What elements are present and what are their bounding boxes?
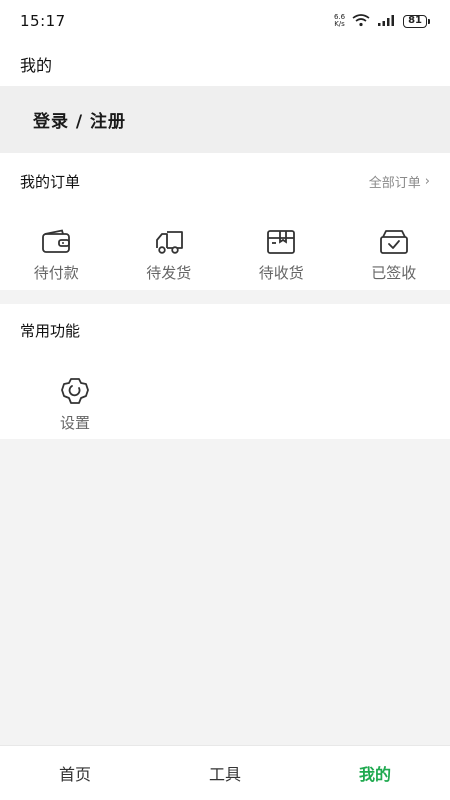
common-functions-section: 常用功能 设置 (0, 304, 450, 439)
wifi-icon (351, 12, 371, 31)
order-pending-shipment-label: 待发货 (146, 264, 192, 282)
signed-box-icon (378, 229, 410, 259)
bottom-nav: 首页 工具 我的 (0, 745, 450, 800)
package-icon (265, 229, 297, 259)
common-functions-title: 常用功能 (20, 321, 81, 340)
order-pending-receipt-label: 待收货 (258, 264, 304, 282)
page-header: 我的 (0, 42, 450, 86)
wallet-icon (40, 229, 72, 259)
gear-icon (59, 376, 91, 410)
network-speed: 6.6 K/s (334, 14, 345, 28)
order-pending-receipt[interactable]: 待收货 (225, 229, 337, 283)
order-signed[interactable]: 已签收 (338, 229, 450, 283)
chevron-right-icon: › (424, 173, 430, 189)
order-status-row: 待付款 待发货 待收货 已签收 (0, 229, 450, 283)
status-icons: 6.6 K/s 81 (334, 12, 430, 31)
order-pending-payment[interactable]: 待付款 (0, 229, 112, 283)
battery-level: 81 (403, 14, 427, 28)
nav-tools[interactable]: 工具 (150, 761, 300, 785)
order-pending-payment-label: 待付款 (33, 264, 79, 282)
battery-tip (428, 18, 430, 24)
status-time: 15:17 (20, 12, 66, 30)
page-title: 我的 (20, 56, 53, 75)
all-orders-label: 全部订单 (368, 175, 421, 191)
common-functions-header: 常用功能 (0, 304, 450, 356)
order-pending-shipment[interactable]: 待发货 (113, 229, 225, 283)
status-bar: 15:17 6.6 K/s 81 (0, 0, 450, 42)
all-orders-link[interactable]: 全部订单 › (369, 172, 430, 191)
login-register-button[interactable]: 登录 / 注册 (0, 86, 450, 153)
settings-label: 设置 (59, 414, 90, 432)
network-speed-unit: K/s (334, 20, 345, 28)
truck-icon (153, 229, 185, 259)
nav-home[interactable]: 首页 (0, 761, 150, 785)
order-signed-label: 已签收 (371, 264, 417, 282)
my-orders-header: 我的订单 全部订单 › (0, 153, 450, 209)
signal-icon (377, 12, 397, 31)
settings-button[interactable]: 设置 (38, 376, 112, 433)
my-orders-section: 我的订单 全部订单 › 待付款 待发货 待收货 已签收 (0, 153, 450, 290)
my-orders-title: 我的订单 (20, 172, 81, 191)
nav-mine[interactable]: 我的 (300, 761, 450, 785)
login-register-label: 登录 / 注册 (33, 112, 127, 132)
battery-indicator: 81 (403, 14, 430, 28)
